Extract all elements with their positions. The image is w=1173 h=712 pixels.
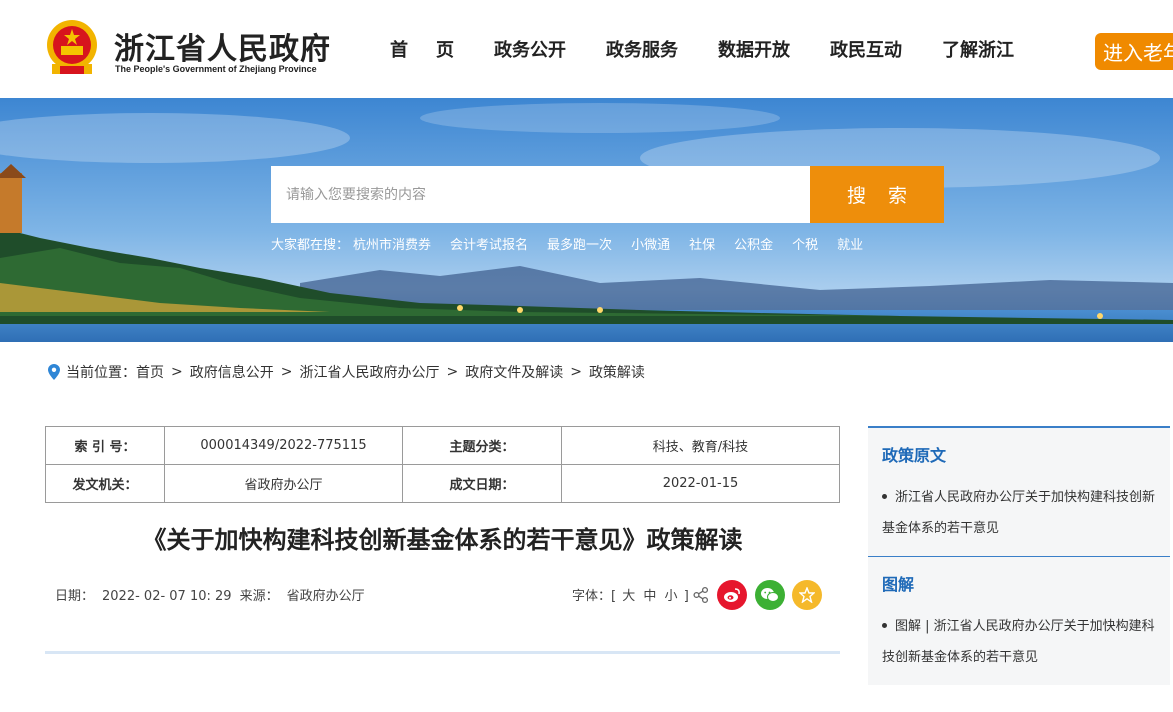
hot-searches-label: 大家都在搜： [271, 238, 350, 253]
topic-value: 科技、教育/科技 [561, 426, 840, 465]
site-title[interactable]: 浙江省人民政府 [114, 24, 331, 68]
national-emblem-icon[interactable] [44, 18, 100, 78]
star-icon [799, 587, 815, 603]
hot-search-item[interactable]: 公积金 [734, 234, 773, 253]
document-metadata-table: 索 引 号： 000014349/2022-775115 主题分类： 科技、教育… [45, 426, 840, 503]
bullet-icon [882, 493, 887, 499]
hot-search-item[interactable]: 社保 [689, 234, 715, 253]
breadcrumb-gov-info[interactable]: 政府信息公开 [190, 362, 274, 382]
illustration-link-text[interactable]: 图解 | 浙江省人民政府办公厅关于加快构建科技创新基金体系的若干意见 [882, 619, 1155, 665]
index-number-value: 000014349/2022-775115 [164, 426, 403, 465]
policy-original-heading[interactable]: 政策原文 [882, 442, 1156, 466]
font-size-large[interactable]: 大 [622, 589, 635, 604]
main-nav: 首页 政务公开 政务服务 数据开放 政民互动 了解浙江 [390, 36, 1054, 62]
breadcrumb-policy-interpretation[interactable]: 政策解读 [589, 362, 645, 382]
topic-label: 主题分类： [402, 426, 562, 465]
index-number-label: 索 引 号： [45, 426, 165, 465]
breadcrumb-separator: > [171, 364, 183, 380]
location-pin-icon [48, 364, 60, 380]
font-size-close-bracket: ] [683, 589, 689, 604]
hot-search-item[interactable]: 会计考试报名 [450, 234, 528, 253]
font-size-small[interactable]: 小 [665, 589, 678, 604]
breadcrumb-separator: > [446, 364, 459, 380]
hot-search-item[interactable]: 杭州市消费券 [353, 234, 431, 253]
table-row: 索 引 号： 000014349/2022-775115 主题分类： 科技、教育… [45, 426, 840, 465]
weibo-share-icon[interactable] [717, 580, 747, 610]
breadcrumb-office[interactable]: 浙江省人民政府办公厅 [299, 362, 439, 382]
policy-original-link-text[interactable]: 浙江省人民政府办公厅关于加快构建科技创新基金体系的若干意见 [882, 490, 1155, 536]
elder-mode-button[interactable]: 进入老年模式 [1095, 33, 1173, 70]
hot-search-item[interactable]: 小微通 [631, 234, 670, 253]
written-date-value: 2022-01-15 [561, 464, 840, 503]
policy-original-section: 政策原文 浙江省人民政府办公厅关于加快构建科技创新基金体系的若干意见 [868, 426, 1170, 556]
nav-interaction[interactable]: 政民互动 [830, 36, 902, 62]
nav-about-zhejiang[interactable]: 了解浙江 [942, 36, 1014, 62]
nav-gov-affairs-public[interactable]: 政务公开 [494, 36, 566, 62]
wechat-share-icon[interactable] [755, 580, 785, 610]
hot-search-item[interactable]: 最多跑一次 [547, 234, 612, 253]
hero-banner: 搜 索 大家都在搜： 杭州市消费券 会计考试报名 最多跑一次 小微通 社保 公积… [0, 98, 1173, 342]
hot-searches: 大家都在搜： 杭州市消费券 会计考试报名 最多跑一次 小微通 社保 公积金 个税… [271, 234, 882, 253]
hot-search-item[interactable]: 个税 [792, 234, 818, 253]
font-size-control: 字体：[ 大 中 小 ] [572, 585, 689, 604]
site-subtitle: The People's Government of Zhejiang Prov… [115, 64, 317, 74]
table-row: 发文机关： 省政府办公厅 成文日期： 2022-01-15 [45, 464, 840, 503]
article-title: 《关于加快构建科技创新基金体系的若干意见》政策解读 [142, 526, 743, 554]
wechat-logo-icon [761, 588, 779, 602]
nav-open-data[interactable]: 数据开放 [718, 36, 790, 62]
breadcrumb-separator: > [570, 364, 582, 380]
search-button[interactable]: 搜 索 [810, 166, 944, 223]
content-divider [45, 651, 840, 654]
search-input[interactable] [271, 166, 810, 223]
source-value: 省政府办公厅 [286, 589, 365, 604]
source-label: 来源： [239, 589, 279, 604]
bullet-icon [882, 622, 887, 628]
font-size-label: 字体：[ [572, 589, 617, 604]
breadcrumb-home[interactable]: 首页 [136, 362, 164, 382]
breadcrumb-separator: > [280, 364, 293, 380]
illustration-section: 图解 图解 | 浙江省人民政府办公厅关于加快构建科技创新基金体系的若干意见 [868, 556, 1170, 685]
breadcrumb-documents[interactable]: 政府文件及解读 [465, 362, 563, 382]
nav-gov-services[interactable]: 政务服务 [606, 36, 678, 62]
site-header: 浙江省人民政府 The People's Government of Zheji… [0, 0, 1173, 98]
hot-search-item[interactable]: 就业 [837, 234, 863, 253]
illustration-link[interactable]: 图解 | 浙江省人民政府办公厅关于加快构建科技创新基金体系的若干意见 [882, 611, 1156, 673]
breadcrumb: 当前位置： 首页 > 政府信息公开 > 浙江省人民政府办公厅 > 政府文件及解读… [48, 362, 645, 382]
nav-home[interactable]: 首页 [390, 36, 482, 62]
font-size-medium[interactable]: 中 [643, 589, 656, 604]
weibo-logo-icon [724, 588, 740, 602]
illustration-heading[interactable]: 图解 [882, 571, 1156, 595]
issuer-value: 省政府办公厅 [164, 464, 403, 503]
article-info: 日期： 2022- 02- 07 10: 29 来源： 省政府办公厅 [55, 585, 373, 604]
date-value: 2022- 02- 07 10: 29 [102, 589, 232, 604]
favorite-star-icon[interactable] [792, 580, 822, 610]
breadcrumb-label: 当前位置： [66, 365, 136, 381]
written-date-label: 成文日期： [402, 464, 562, 503]
issuer-label: 发文机关： [45, 464, 165, 503]
share-icon[interactable] [692, 586, 710, 604]
policy-original-link[interactable]: 浙江省人民政府办公厅关于加快构建科技创新基金体系的若干意见 [882, 482, 1156, 544]
related-sidebar: 政策原文 浙江省人民政府办公厅关于加快构建科技创新基金体系的若干意见 图解 图解… [868, 426, 1170, 685]
date-label: 日期： [55, 589, 95, 604]
